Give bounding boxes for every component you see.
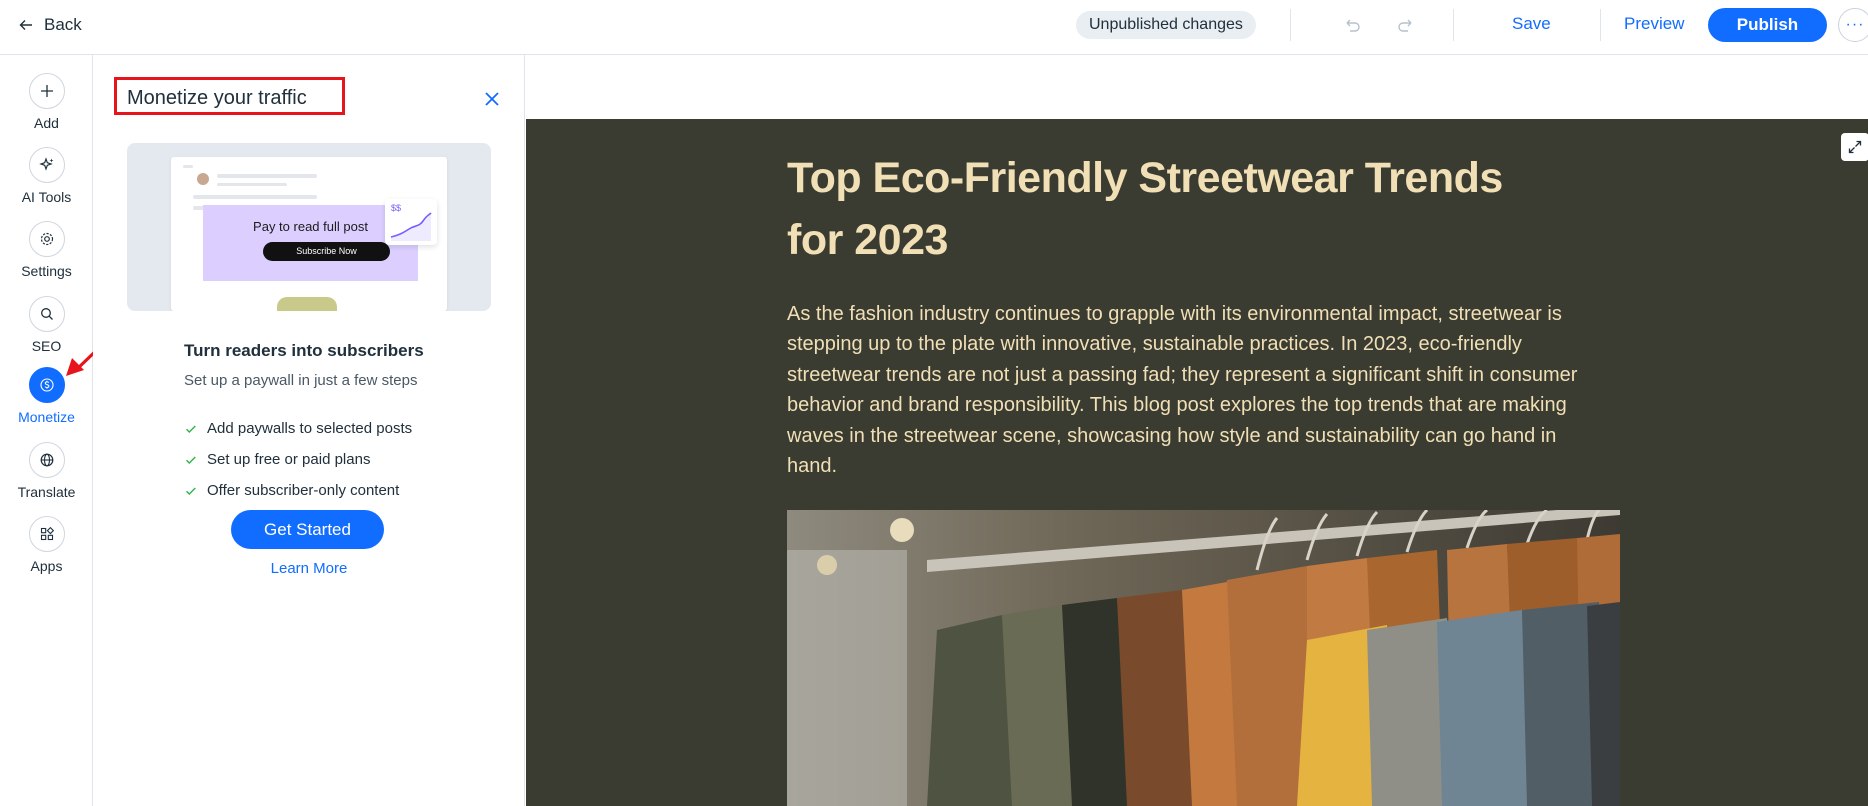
learn-more-link[interactable]: Learn More — [93, 560, 525, 577]
trend-line-icon — [390, 212, 432, 241]
list-item: Set up free or paid plans — [184, 444, 412, 475]
gear-icon — [28, 221, 65, 257]
clothing-rack-image[interactable] — [787, 510, 1620, 806]
panel-subheading: Set up a paywall in just a few steps — [184, 372, 418, 389]
panel-heading: Turn readers into subscribers — [184, 341, 424, 360]
top-bar: Back Unpublished changes Save Preview Pu… — [0, 0, 1868, 55]
search-icon — [28, 296, 65, 332]
avatar — [197, 173, 209, 185]
rail-item-label: Translate — [17, 484, 76, 500]
feature-label: Offer subscriber-only content — [207, 482, 400, 499]
preview-button[interactable]: Preview — [1624, 14, 1684, 34]
left-rail: Add AI Tools Settings SEO Monetize Trans… — [0, 55, 93, 806]
paywall-preview-illustration: Pay to read full post Subscribe Now $$ — [127, 143, 491, 311]
panel-title: Monetize your traffic — [127, 87, 307, 109]
rail-item-settings[interactable]: Settings — [0, 221, 93, 279]
undo-button[interactable] — [1338, 12, 1366, 40]
publish-button[interactable]: Publish — [1708, 8, 1827, 42]
article-body[interactable]: As the fashion industry continues to gra… — [787, 299, 1607, 481]
rail-item-translate[interactable]: Translate — [0, 442, 93, 500]
blog-post-section[interactable]: Top Eco-Friendly Streetwear Trends for 2… — [526, 119, 1868, 806]
redo-icon — [1398, 19, 1412, 32]
divider — [1290, 9, 1291, 41]
subscribe-now-mock-button: Subscribe Now — [263, 242, 390, 261]
rail-item-label: Add — [34, 115, 59, 131]
back-label: Back — [44, 15, 82, 34]
check-icon — [186, 487, 196, 495]
decorative-image — [277, 297, 337, 311]
rail-item-label: Monetize — [18, 409, 75, 425]
undo-icon — [1346, 19, 1360, 32]
get-started-button[interactable]: Get Started — [231, 510, 384, 549]
monetize-panel: Monetize your traffic Pay to read full p… — [93, 55, 525, 806]
rail-item-label: Settings — [21, 263, 72, 279]
divider — [1600, 9, 1601, 41]
close-icon[interactable] — [483, 90, 501, 108]
rail-item-label: AI Tools — [21, 189, 72, 205]
feature-label: Add paywalls to selected posts — [207, 420, 413, 437]
back-button[interactable]: Back — [18, 13, 82, 37]
apps-icon — [28, 516, 65, 552]
revenue-chart-card: $$ — [385, 199, 437, 245]
globe-icon — [28, 442, 65, 478]
divider — [1453, 9, 1454, 41]
rail-item-label: Apps — [30, 558, 63, 574]
article-title[interactable]: Top Eco-Friendly Streetwear Trends for 2… — [787, 147, 1547, 271]
list-item: Add paywalls to selected posts — [184, 413, 412, 444]
feature-label: Set up free or paid plans — [207, 451, 371, 468]
arrow-left-icon — [19, 20, 32, 30]
expand-icon — [1848, 140, 1862, 154]
status-badge: Unpublished changes — [1076, 11, 1256, 39]
plus-icon — [28, 73, 65, 109]
more-actions-button[interactable]: ··· — [1838, 8, 1868, 42]
sparkle-icon — [28, 147, 65, 183]
expand-button[interactable] — [1841, 133, 1868, 161]
dollar-icon — [28, 367, 65, 403]
clothing-rack-illustration — [787, 510, 1620, 806]
feature-list: Add paywalls to selected posts Set up fr… — [184, 413, 412, 506]
rail-item-apps[interactable]: Apps — [0, 516, 93, 574]
rail-item-ai-tools[interactable]: AI Tools — [0, 147, 93, 205]
check-icon — [186, 425, 196, 433]
redo-button[interactable] — [1392, 12, 1420, 40]
editor-canvas[interactable]: Top Eco-Friendly Streetwear Trends for 2… — [526, 55, 1868, 806]
list-item: Offer subscriber-only content — [184, 475, 412, 506]
check-icon — [186, 456, 196, 464]
more-icon: ··· — [1845, 16, 1865, 33]
save-button[interactable]: Save — [1512, 14, 1551, 34]
rail-item-label: SEO — [31, 338, 62, 354]
rail-item-add[interactable]: Add — [0, 73, 93, 131]
